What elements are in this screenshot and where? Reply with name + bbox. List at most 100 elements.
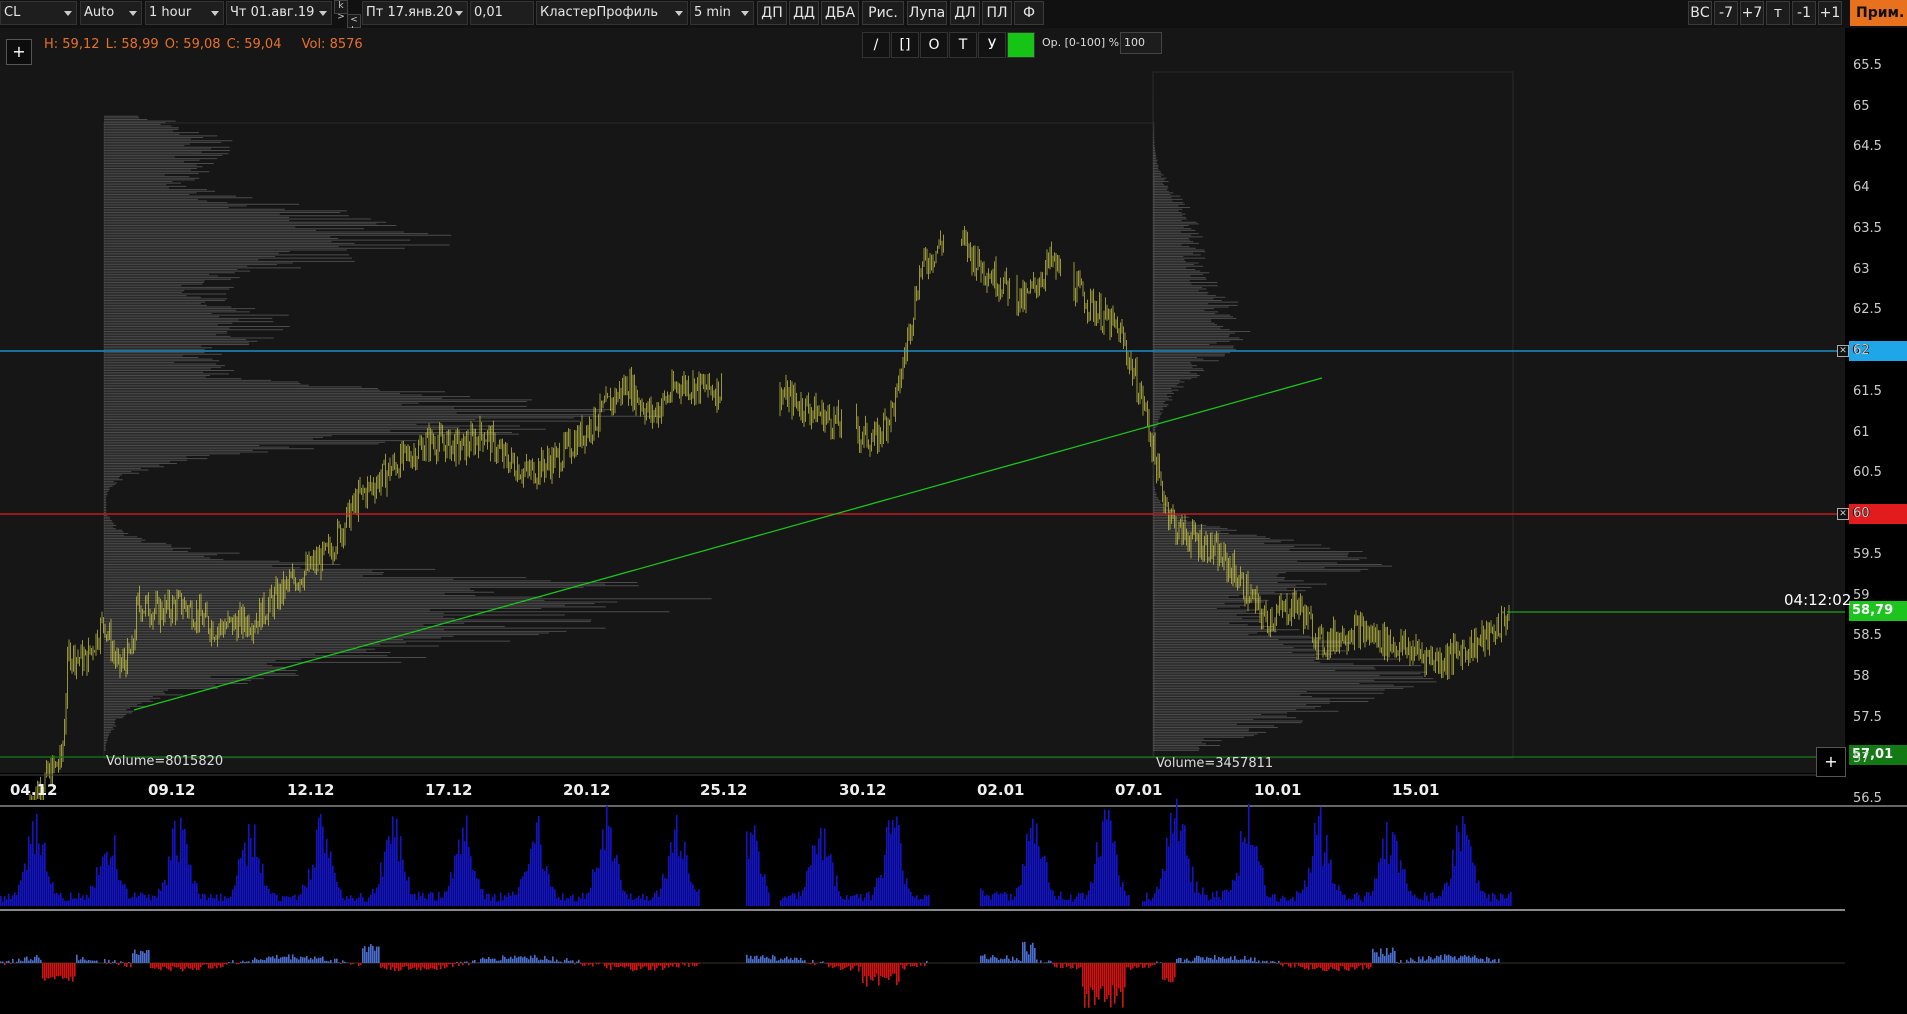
volume-bar: [178, 861, 180, 906]
volume-bar: [1428, 901, 1430, 906]
volume-bar: [1406, 883, 1408, 906]
date-label: 10.01: [1254, 781, 1302, 799]
volume-bar: [440, 897, 442, 906]
volume-bar: [26, 869, 28, 906]
delta-bar: [1266, 960, 1268, 963]
u-tool-button[interactable]: У: [978, 32, 1006, 58]
text-tool-button[interactable]: T: [949, 32, 977, 58]
volume-bar: [166, 885, 168, 906]
volume-bar: [284, 896, 286, 906]
volume-bar: [1050, 889, 1052, 906]
close-icon[interactable]: ✕: [1837, 345, 1849, 357]
delta-bar: [312, 959, 314, 963]
color-swatch[interactable]: [1007, 32, 1035, 58]
volume-bar: [1402, 869, 1404, 906]
delta-bar: [376, 946, 378, 963]
delta-bar: [462, 963, 464, 966]
delta-bar: [126, 963, 128, 968]
delta-bar: [416, 963, 418, 970]
volume-bar: [580, 898, 582, 906]
delta-bar: [910, 963, 912, 967]
volume-bar: [754, 825, 756, 906]
delta-bar: [690, 963, 692, 964]
volume-bar: [116, 869, 118, 906]
volume-bar: [32, 821, 34, 906]
delta-bar: [854, 963, 856, 967]
delta-bar: [1426, 959, 1428, 963]
volume-bar: [1484, 892, 1486, 906]
delta-bar: [652, 963, 654, 967]
volume-bar: [1212, 892, 1214, 906]
volume-bar: [434, 900, 436, 906]
volume-bar: [328, 857, 330, 906]
volume-bar: [204, 894, 206, 906]
volume-bar: [60, 892, 62, 906]
volume-bar: [292, 895, 294, 906]
delta-bar: [1048, 960, 1050, 963]
ellipse-tool-button[interactable]: O: [920, 32, 948, 58]
volume-bar: [1416, 897, 1418, 906]
volume-bar: [1294, 901, 1296, 906]
volume-bar: [1504, 898, 1506, 906]
volume-bar: [690, 881, 692, 906]
volume-bar: [1360, 899, 1362, 906]
volume-bar: [290, 897, 292, 906]
delta-bar: [990, 957, 992, 963]
date-label: 17.12: [425, 781, 473, 799]
delta-bar: [534, 954, 536, 963]
delta-bar: [986, 958, 988, 963]
close-icon[interactable]: ✕: [1837, 508, 1849, 520]
delta-bar: [530, 955, 532, 963]
delta-bar: [84, 959, 86, 963]
volume-bar: [1378, 862, 1380, 906]
delta-bar: [1496, 962, 1498, 963]
volume-bar: [194, 880, 196, 906]
delta-bar: [662, 963, 664, 970]
volume-bar: [250, 838, 252, 906]
volume-bar: [406, 880, 408, 906]
delta-bar: [834, 963, 836, 968]
add-panel-button[interactable]: +: [6, 39, 32, 65]
delta-bar: [1198, 955, 1200, 963]
add-indicator-button[interactable]: +: [1816, 747, 1846, 777]
volume-bar: [180, 817, 182, 906]
delta-bar: [1464, 954, 1466, 963]
volume-bar: [1078, 893, 1080, 906]
volume-bar: [536, 822, 538, 906]
volume-bar: [1358, 895, 1360, 906]
volume-bar: [558, 897, 560, 906]
delta-bar: [1128, 963, 1130, 968]
delta-bar: [612, 963, 614, 965]
volume-bar: [1340, 890, 1342, 906]
price-chart[interactable]: [0, 0, 1907, 1014]
price-label: 58.5: [1853, 628, 1882, 644]
volume-bar: [668, 855, 670, 906]
volume-bar: [632, 899, 634, 906]
line-tool-button[interactable]: /: [862, 32, 890, 58]
delta-bar: [1448, 954, 1450, 963]
volume-bar: [764, 874, 766, 906]
delta-bar: [34, 956, 36, 963]
volume-bar: [1240, 830, 1242, 906]
volume-bar: [244, 842, 246, 906]
delta-bar: [318, 957, 320, 963]
volume-bar: [150, 900, 152, 906]
delta-bar: [1062, 963, 1064, 969]
volume-bar: [856, 893, 858, 906]
volume-bar: [658, 896, 660, 906]
delta-bar: [1208, 957, 1210, 963]
rect-tool-button[interactable]: []: [891, 32, 919, 58]
volume-bar: [1250, 845, 1252, 906]
price-label: 65.5: [1853, 57, 1882, 73]
volume-bar: [278, 901, 280, 906]
delta-bar: [220, 963, 222, 968]
delta-bar: [1064, 963, 1066, 964]
delta-bar: [762, 955, 764, 963]
delta-bar: [54, 963, 56, 980]
delta-bar: [828, 963, 830, 968]
delta-bar: [1060, 963, 1062, 968]
opacity-input[interactable]: 100: [1120, 32, 1162, 54]
delta-bar: [1026, 951, 1028, 963]
volume-bar: [1162, 868, 1164, 906]
volume-bar: [94, 887, 96, 906]
